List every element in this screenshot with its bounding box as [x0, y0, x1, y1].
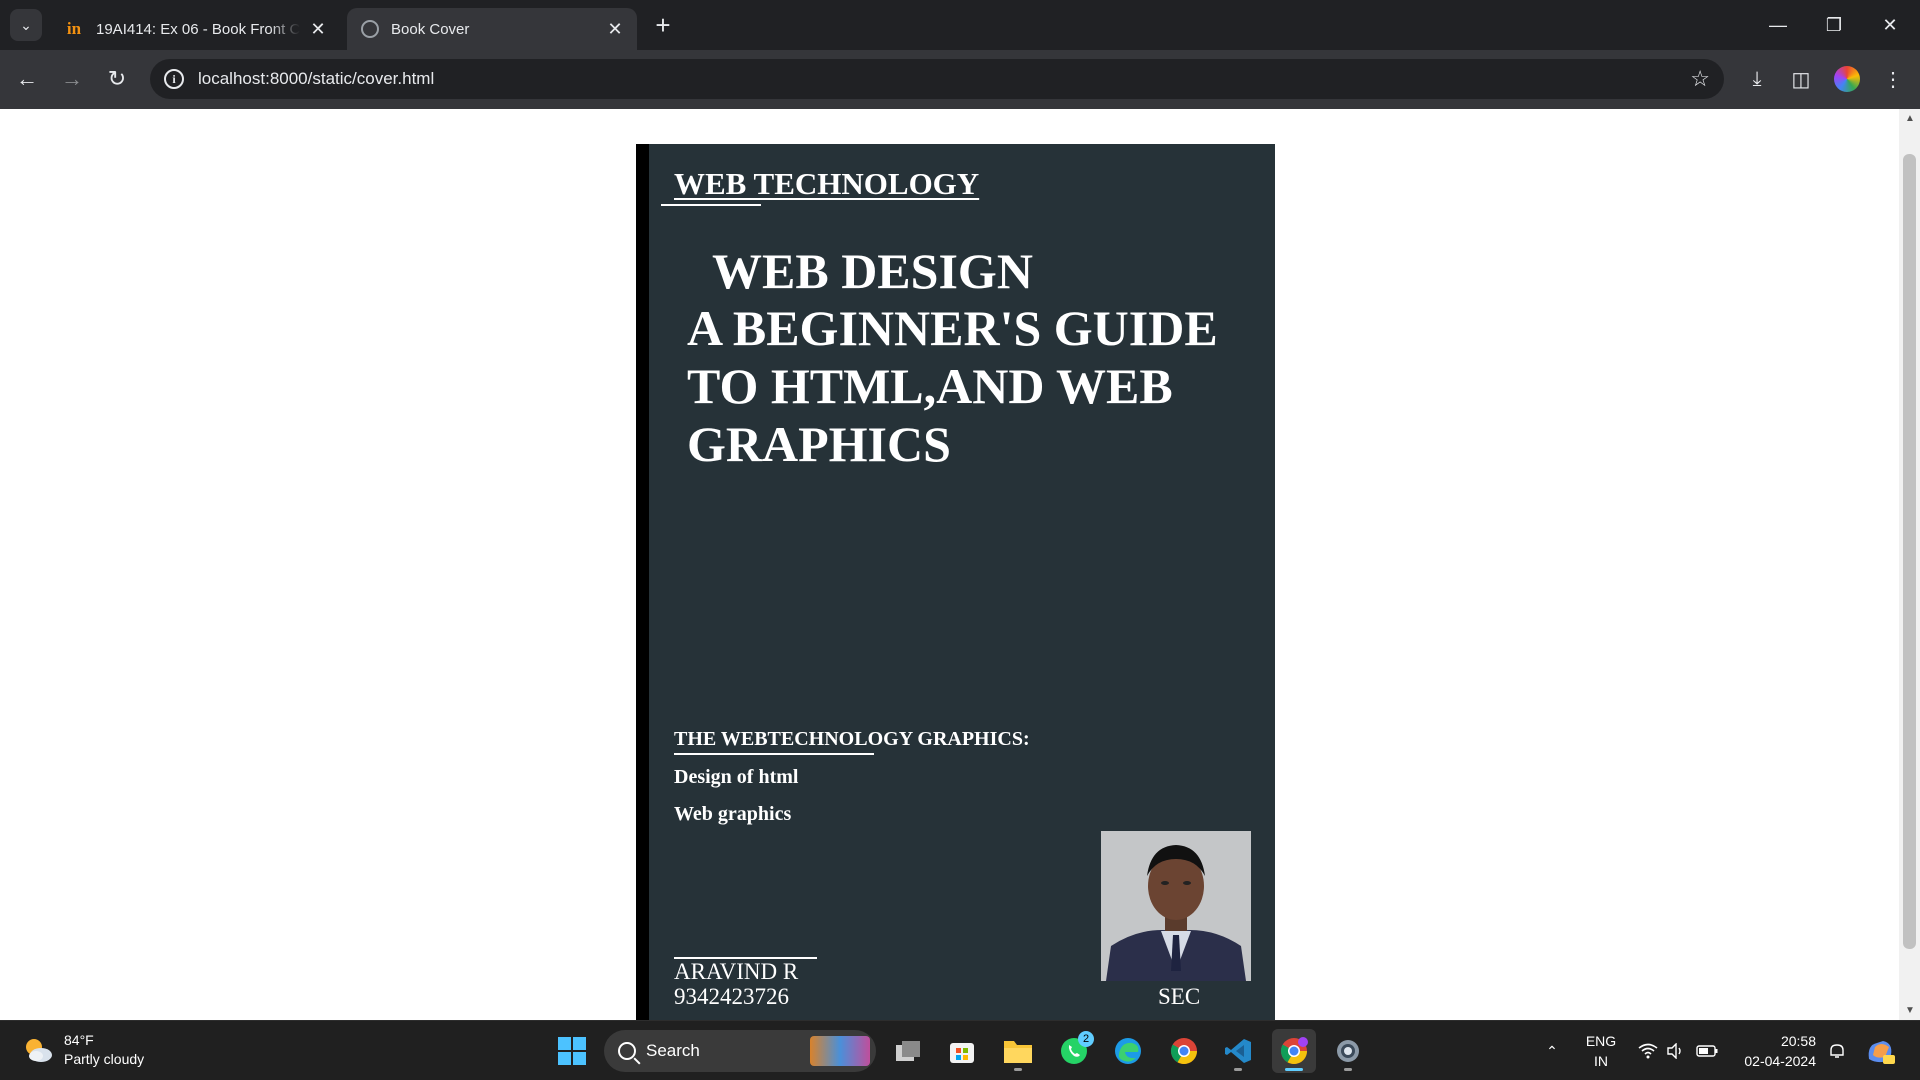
clock-date: 02-04-2024 — [1744, 1053, 1816, 1069]
download-icon[interactable]: ⤓ — [1742, 64, 1772, 94]
profile-avatar[interactable] — [1832, 64, 1862, 94]
tray-overflow-chevron-icon[interactable]: ⌃ — [1536, 1021, 1568, 1080]
address-bar[interactable]: i localhost:8000/static/cover.html ☆ — [150, 59, 1724, 99]
tab-title: Book Cover — [391, 20, 470, 38]
lang-secondary: IN — [1594, 1053, 1608, 1069]
close-icon[interactable]: ✕ — [605, 19, 625, 39]
volume-icon[interactable] — [1662, 1021, 1690, 1080]
search-label: Search — [646, 1041, 700, 1060]
book-cover: WEB TECHNOLOGY WEB DESIGN A BEGINNER'S G… — [636, 144, 1275, 1020]
edge-button[interactable] — [1106, 1029, 1150, 1073]
weather-widget[interactable]: 84°F Partly cloudy — [22, 1031, 144, 1069]
back-button[interactable]: ← — [10, 62, 44, 96]
weather-temp: 84°F — [64, 1032, 94, 1048]
tab-exercise[interactable]: in 19AI414: Ex 06 - Book Front Co ✕ — [50, 8, 340, 50]
settings-button[interactable] — [1326, 1029, 1370, 1073]
tab-title: 19AI414: Ex 06 - Book Front Co — [96, 20, 300, 38]
weather-desc: Partly cloudy — [64, 1051, 145, 1067]
topics-underline — [674, 753, 874, 755]
vscode-icon — [1225, 1039, 1251, 1063]
browser-toolbar: ← → ↻ i localhost:8000/static/cover.html… — [0, 50, 1920, 109]
page-scrollbar[interactable]: ▲ ▼ — [1899, 109, 1920, 1020]
tab-search-button[interactable]: ⌄ — [10, 9, 42, 41]
close-icon[interactable]: ✕ — [308, 19, 328, 39]
whatsapp-button[interactable]: 2 — [1052, 1029, 1096, 1073]
author-name: ARAVIND R — [674, 959, 799, 984]
page-viewport: WEB TECHNOLOGY WEB DESIGN A BEGINNER'S G… — [0, 109, 1899, 1020]
task-view-icon — [896, 1041, 920, 1061]
chevron-down-icon: ⌄ — [20, 16, 32, 33]
chrome-profile-icon — [1280, 1037, 1308, 1065]
topic-item: Web graphics — [674, 803, 792, 825]
close-window-button[interactable]: ✕ — [1862, 0, 1918, 50]
menu-kebab-icon[interactable]: ⋮ — [1878, 64, 1908, 94]
globe-icon — [361, 20, 379, 38]
vscode-button[interactable] — [1216, 1029, 1260, 1073]
scroll-up-arrow-icon[interactable]: ▲ — [1905, 113, 1915, 124]
moodle-in-icon: in — [66, 19, 82, 38]
taskbar: 84°F Partly cloudy Search 2 ⌃ ENG IN 20:… — [0, 1020, 1920, 1080]
new-tab-button[interactable]: + — [648, 10, 678, 40]
series-title: WEB TECHNOLOGY — [674, 166, 980, 201]
partly-cloudy-icon — [22, 1034, 54, 1066]
book-headline: WEB DESIGN — [712, 243, 1033, 299]
windows-logo-icon — [558, 1037, 586, 1065]
series-underline — [661, 204, 761, 206]
store-button[interactable] — [940, 1029, 984, 1073]
wifi-icon[interactable] — [1634, 1021, 1662, 1080]
search-highlight-icon — [810, 1036, 870, 1066]
url-text[interactable]: localhost:8000/static/cover.html — [198, 69, 1690, 89]
chrome-icon — [1170, 1038, 1198, 1065]
gear-icon — [1337, 1040, 1359, 1062]
folder-icon — [1004, 1041, 1032, 1063]
notification-bell-icon[interactable] — [1822, 1021, 1852, 1080]
site-info-icon[interactable]: i — [164, 69, 184, 89]
system-clock[interactable]: 20:58 02-04-2024 — [1728, 1031, 1816, 1071]
reload-button[interactable]: ↻ — [100, 62, 134, 96]
tab-strip: ⌄ in 19AI414: Ex 06 - Book Front Co ✕ Bo… — [0, 0, 1920, 50]
edge-browser-icon — [1115, 1038, 1141, 1064]
chrome-active-button[interactable] — [1272, 1029, 1316, 1073]
scroll-down-arrow-icon[interactable]: ▼ — [1905, 1005, 1915, 1016]
notification-badge: 2 — [1078, 1031, 1094, 1047]
scrollbar-thumb[interactable] — [1903, 154, 1916, 949]
battery-icon[interactable] — [1692, 1021, 1722, 1080]
chrome-button[interactable] — [1162, 1029, 1206, 1073]
running-indicator — [1014, 1068, 1022, 1071]
organization-label: SEC — [1158, 984, 1201, 1009]
minimize-button[interactable]: — — [1750, 0, 1806, 50]
taskbar-search[interactable]: Search — [604, 1030, 876, 1072]
topic-item: Design of html — [674, 766, 799, 788]
author-photo — [1101, 831, 1251, 981]
author-phone: 9342423726 — [674, 984, 789, 1009]
running-indicator — [1344, 1068, 1352, 1071]
lang-primary: ENG — [1585, 1033, 1617, 1049]
active-indicator — [1285, 1068, 1303, 1071]
tab-book-cover[interactable]: Book Cover ✕ — [347, 8, 637, 50]
copilot-icon[interactable] — [1862, 1021, 1898, 1080]
profile-icon — [1834, 66, 1860, 92]
start-button[interactable] — [550, 1029, 594, 1073]
bookmark-star-icon[interactable]: ☆ — [1690, 66, 1710, 92]
forward-button[interactable]: → — [55, 62, 89, 96]
topics-heading: THE WEBTECHNOLOGY GRAPHICS: — [674, 728, 1030, 750]
task-view-button[interactable] — [886, 1029, 930, 1073]
language-indicator[interactable]: ENG IN — [1578, 1031, 1624, 1071]
search-icon — [618, 1042, 636, 1060]
microsoft-store-icon — [950, 1043, 974, 1063]
book-subtitle: A BEGINNER'S GUIDE TO HTML,AND WEB GRAPH… — [687, 300, 1218, 472]
side-panel-icon[interactable]: ◫ — [1786, 64, 1816, 94]
running-indicator — [1234, 1068, 1242, 1071]
file-explorer-button[interactable] — [996, 1029, 1040, 1073]
restore-button[interactable]: ❐ — [1806, 0, 1862, 50]
clock-time: 20:58 — [1780, 1033, 1816, 1049]
